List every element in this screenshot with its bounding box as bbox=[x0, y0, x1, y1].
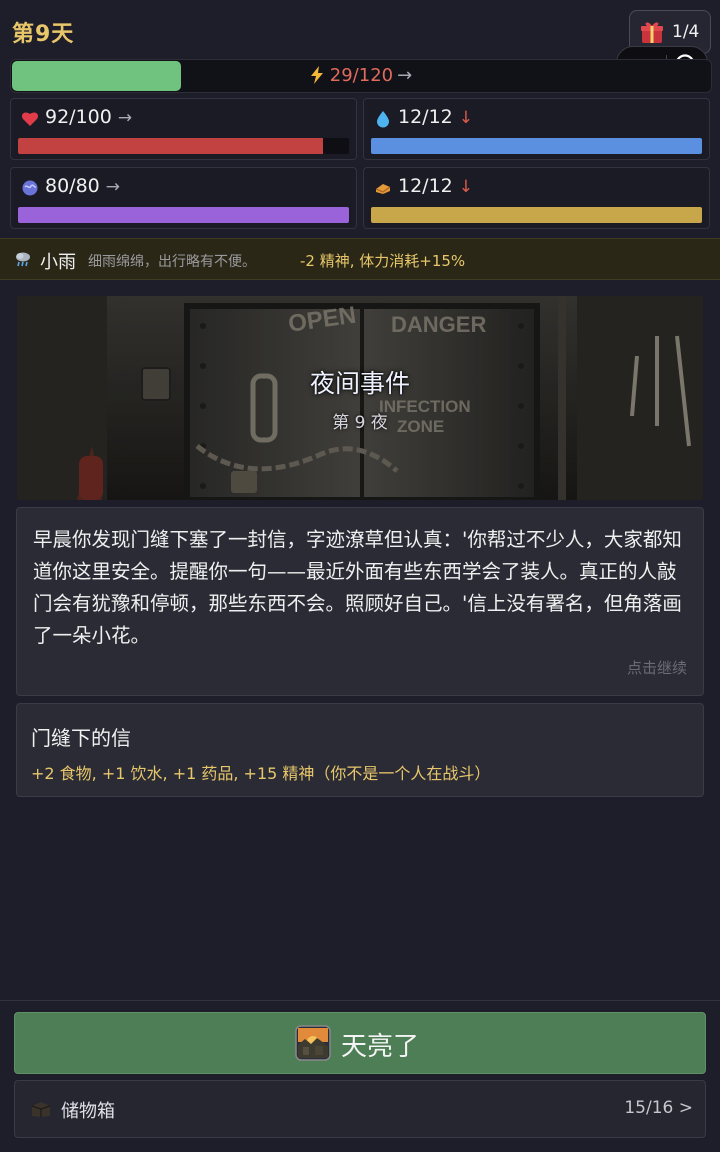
sanity-value: 80/80 bbox=[45, 175, 100, 197]
event-subtitle: 第 9 夜 bbox=[332, 413, 388, 433]
health-value: 92/100 bbox=[45, 106, 112, 128]
event-banner: OPEN DANGER INFECTION ZONE 夜间事件 第 9 夜 bbox=[17, 296, 703, 500]
weather-description: 细雨绵绵，出行略有不便。 bbox=[88, 254, 256, 270]
brain-icon bbox=[22, 180, 38, 196]
result-rewards: +2 食物, +1 饮水, +1 药品, +15 精神（你不是一个人在战斗） bbox=[31, 764, 491, 783]
chest-icon bbox=[31, 1102, 51, 1117]
dawn-button[interactable]: 天亮了 bbox=[14, 1012, 706, 1074]
event-result-card: 门缝下的信 +2 食物, +1 饮水, +1 药品, +15 精神（你不是一个人… bbox=[16, 703, 704, 797]
water-drop-icon bbox=[377, 111, 389, 128]
stat-health: 92/100 → bbox=[10, 98, 357, 160]
weather-bar: 小雨 细雨绵绵，出行略有不便。 -2 精神, 体力消耗+15% bbox=[0, 238, 720, 280]
story-panel[interactable]: 早晨你发现门缝下塞了一封信，字迹潦草但认真：'你帮过不少人，大家都知道你这里安全… bbox=[16, 507, 704, 696]
gift-icon bbox=[641, 22, 663, 43]
health-bar-fill bbox=[18, 138, 323, 154]
food-bar bbox=[371, 207, 702, 223]
storage-label: 储物箱 bbox=[61, 1101, 115, 1122]
weather-effect: -2 精神, 体力消耗+15% bbox=[300, 252, 466, 270]
storage-count: 15/16 bbox=[624, 1098, 674, 1118]
energy-bar: 29/120 → bbox=[10, 59, 712, 93]
chevron-right-icon: > bbox=[678, 1098, 693, 1118]
gift-count: 1/4 bbox=[672, 22, 700, 42]
stat-food: 12/12 ↓ bbox=[363, 167, 710, 229]
heart-icon bbox=[21, 112, 39, 126]
sunrise-icon bbox=[295, 1025, 331, 1061]
water-trend-arrow: ↓ bbox=[458, 108, 474, 128]
footer-divider bbox=[0, 1000, 720, 1001]
water-value: 12/12 bbox=[398, 106, 453, 128]
result-title: 门缝下的信 bbox=[31, 726, 131, 750]
health-bar bbox=[18, 138, 349, 154]
day-counter: 第9天 bbox=[12, 22, 75, 47]
continue-hint: 点击继续 bbox=[626, 659, 687, 677]
water-bar-fill bbox=[371, 138, 702, 154]
water-bar bbox=[371, 138, 702, 154]
stat-water: 12/12 ↓ bbox=[363, 98, 710, 160]
dawn-button-label: 天亮了 bbox=[341, 1032, 420, 1062]
food-value: 12/12 bbox=[398, 175, 453, 197]
stat-sanity: 80/80 → bbox=[10, 167, 357, 229]
food-bar-fill bbox=[371, 207, 702, 223]
sanity-bar bbox=[18, 207, 349, 223]
lightning-icon bbox=[310, 66, 323, 84]
weather-name: 小雨 bbox=[40, 252, 76, 273]
storage-button[interactable]: 储物箱 15/16 > bbox=[14, 1080, 706, 1138]
energy-trend-arrow: → bbox=[397, 65, 413, 86]
food-trend-arrow: ↓ bbox=[458, 177, 474, 197]
rain-cloud-icon bbox=[16, 252, 30, 267]
story-text: 早晨你发现门缝下塞了一封信，字迹潦草但认真：'你帮过不少人，大家都知道你这里安全… bbox=[33, 528, 682, 647]
sanity-trend-arrow: → bbox=[105, 177, 121, 197]
energy-value: 29/120 bbox=[329, 65, 394, 86]
sanity-bar-fill bbox=[18, 207, 349, 223]
health-trend-arrow: → bbox=[117, 108, 133, 128]
bread-icon bbox=[375, 184, 391, 194]
event-title: 夜间事件 bbox=[309, 369, 410, 398]
